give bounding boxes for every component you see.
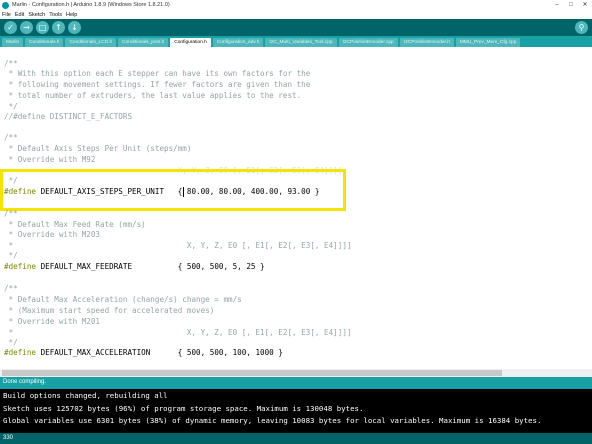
code-line: * following movement settings. If fewer …	[4, 80, 311, 89]
maximize-icon[interactable]: □	[564, 0, 578, 10]
code-line: */	[4, 251, 18, 260]
code-line: /**	[4, 284, 18, 293]
tab-i2c-position-encoder-h[interactable]: I2CPositionEncoder.h	[399, 38, 454, 47]
code-line: /**	[4, 133, 18, 142]
highlight-box	[0, 169, 346, 211]
tab-i2c-position-encoder-cpp[interactable]: I2CPositionEncoder.cpp	[338, 38, 398, 47]
menu-file[interactable]: File	[2, 12, 11, 18]
code-line: * Override with M92	[4, 155, 96, 164]
define-max-feedrate: #define DEFAULT_MAX_FEEDRATE { 500, 500,…	[4, 262, 265, 272]
tab-bar: Marlin Conditionals.h Conditionals_LCD.h…	[0, 36, 592, 47]
arrow-up-icon[interactable]: ↑	[52, 21, 65, 34]
code-line: * With this option each E stepper can ha…	[4, 69, 311, 78]
status-bar: Done compiling.	[0, 377, 592, 389]
arduino-logo-icon	[2, 1, 9, 9]
tab-conditionals-post[interactable]: Conditionals_post.h	[118, 38, 169, 47]
arrow-right-icon[interactable]: →	[20, 21, 33, 34]
code-line: */	[4, 338, 18, 347]
macro-name: DEFAULT_MAX_FEEDRATE	[36, 262, 133, 271]
console-line: Build options changed, rebuilding all	[3, 391, 168, 400]
define-max-acceleration: #define DEFAULT_MAX_ACCELERATION { 500, …	[4, 348, 283, 358]
menu-bar: File Edit Sketch Tools Help	[0, 10, 592, 19]
code-line: * total number of extruders, the last va…	[4, 91, 302, 100]
code-line: //#define DISTINCT_E_FACTORS	[4, 112, 133, 121]
define-keyword: #define	[4, 262, 37, 271]
code-line: * X, Y, Z, E0 [, E1[, E2[, E3[, E4]]]]	[4, 328, 352, 337]
menu-help[interactable]: Help	[66, 12, 77, 18]
tab-i2c-multi-variables-tool[interactable]: I2C_Multi_Variables_Tool.cpp	[265, 38, 337, 47]
minimize-icon[interactable]: –	[550, 0, 564, 10]
horizontal-scrollbar[interactable]	[0, 369, 592, 377]
macro-value: { 500, 500, 5, 25 }	[132, 262, 265, 271]
window-controls: – □ ✕	[550, 0, 592, 10]
menu-sketch[interactable]: Sketch	[28, 12, 45, 18]
console-line: Global variables use 6301 bytes (38%) of…	[3, 416, 542, 425]
tab-configuration-adv[interactable]: Configuration_adv.h	[212, 38, 264, 47]
tab-marlin[interactable]: Marlin	[2, 38, 24, 47]
code-line: */	[4, 102, 18, 111]
define-keyword: #define	[4, 348, 37, 357]
line-number: 330	[3, 435, 14, 441]
code-line: * Default Max Feed Rate (mm/s)	[4, 220, 146, 229]
tab-mmu-prev-mem-cfg[interactable]: MMU_Prev_Mem_Cfg.cpp	[455, 38, 521, 47]
new-file-icon[interactable]: □	[36, 21, 49, 34]
code-line: * Default Axis Steps Per Unit (steps/mm)	[4, 144, 192, 153]
toolbar: ✓ → □ ↑ ↓ ⚲	[0, 19, 592, 36]
scrollbar-thumb[interactable]	[2, 370, 502, 376]
magnifier-icon[interactable]: ⚲	[575, 21, 588, 34]
tab-conditionals-lcd[interactable]: Conditionals_LCD.h	[65, 38, 117, 47]
window-title: Marlin - Configuration.h | Arduino 1.8.9…	[12, 2, 170, 8]
code-line: * (Maximum start speed for accelerated m…	[4, 306, 215, 315]
tab-configuration[interactable]: Configuration.h	[170, 38, 211, 47]
code-line: * Default Max Acceleration (change/s) ch…	[4, 295, 242, 304]
status-text: Done compiling.	[3, 379, 47, 385]
code-line: * Override with M201	[4, 317, 101, 326]
arrow-down-icon[interactable]: ↓	[68, 21, 81, 34]
tab-conditionals[interactable]: Conditionals.h	[25, 38, 64, 47]
close-icon[interactable]: ✕	[578, 0, 592, 10]
menu-edit[interactable]: Edit	[15, 12, 24, 18]
footer-bar: 330	[0, 433, 592, 444]
macro-name: DEFAULT_MAX_ACCELERATION	[36, 348, 151, 357]
title-bar: Marlin - Configuration.h | Arduino 1.8.9…	[0, 0, 592, 10]
macro-value: { 500, 500, 100, 1000 }	[150, 348, 283, 357]
console-output: Build options changed, rebuilding all Sk…	[0, 389, 592, 433]
console-line: Sketch uses 125702 bytes (96%) of progra…	[3, 404, 364, 413]
code-line: /**	[4, 209, 18, 218]
code-editor[interactable]: /** * With this option each E stepper ca…	[0, 47, 592, 369]
code-line: /**	[4, 59, 18, 68]
code-line: * Override with M203	[4, 230, 101, 239]
menu-tools[interactable]: Tools	[49, 12, 62, 18]
code-line: * X, Y, Z, E0 [, E1[, E2[, E3[, E4]]]]	[4, 241, 352, 250]
check-icon[interactable]: ✓	[4, 21, 17, 34]
